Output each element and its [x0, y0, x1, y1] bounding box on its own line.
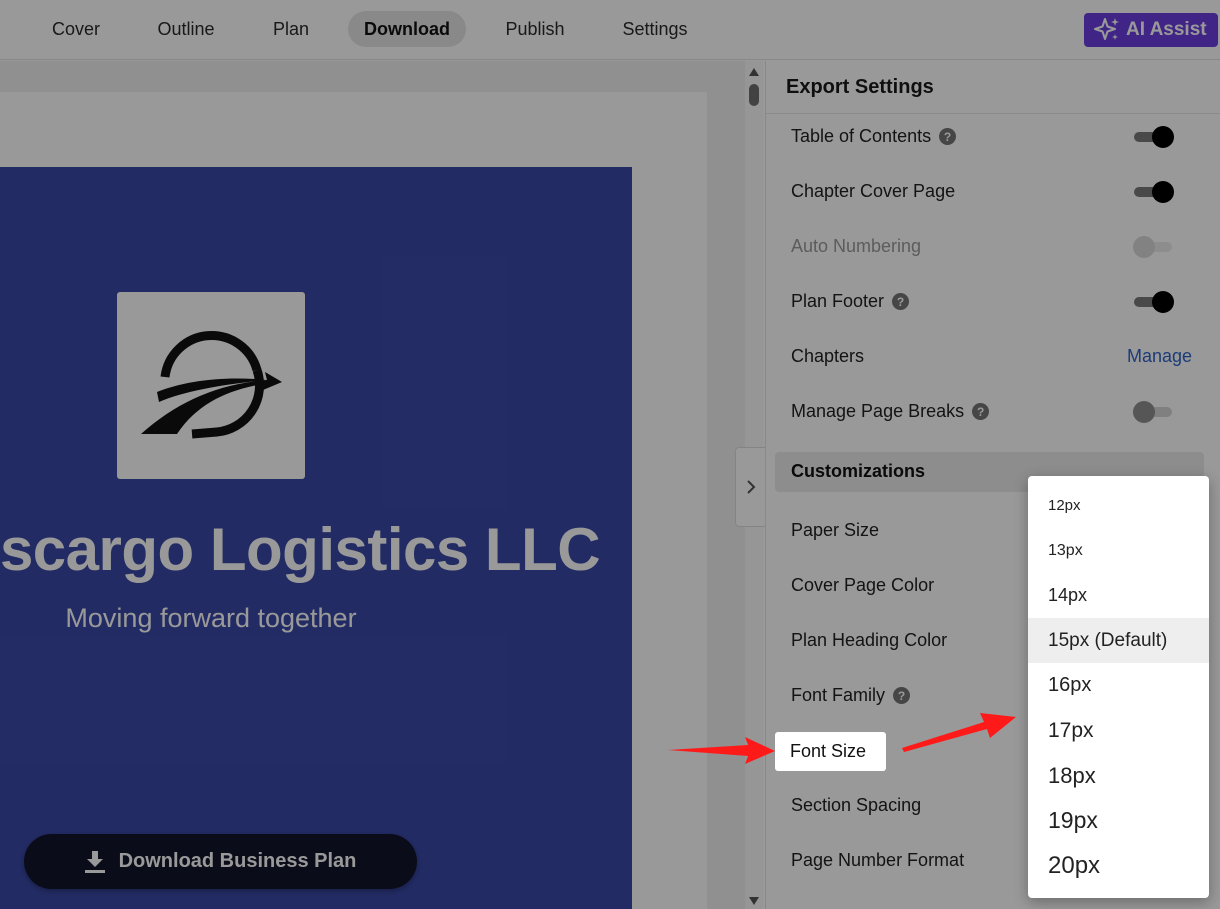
- font-size-option[interactable]: 13px: [1028, 528, 1209, 573]
- font-size-option[interactable]: 19px: [1028, 798, 1209, 843]
- font-size-dropdown: 12px 13px 14px 15px (Default) 16px 17px …: [1028, 476, 1209, 898]
- font-size-option[interactable]: 14px: [1028, 573, 1209, 618]
- font-size-option-selected[interactable]: 15px (Default): [1028, 618, 1209, 663]
- font-size-label-highlight[interactable]: Font Size: [775, 732, 886, 771]
- font-size-option[interactable]: 20px: [1028, 843, 1209, 888]
- font-size-option[interactable]: 16px: [1028, 663, 1209, 708]
- font-size-option[interactable]: 12px: [1028, 483, 1209, 528]
- font-size-option[interactable]: 18px: [1028, 753, 1209, 798]
- font-size-option[interactable]: 17px: [1028, 708, 1209, 753]
